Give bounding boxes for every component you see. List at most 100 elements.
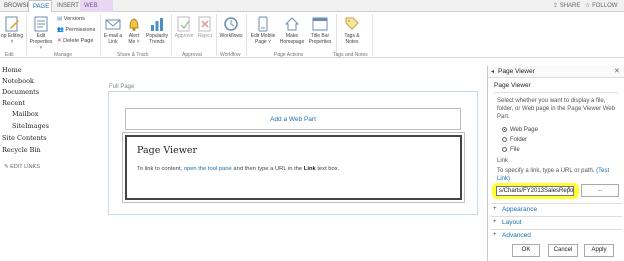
- nav-item-siteimages[interactable]: SiteImages: [12, 122, 49, 130]
- reject-button[interactable]: Reject: [195, 16, 215, 39]
- star-icon: ☆: [585, 3, 591, 9]
- follow-label: FOLLOW: [592, 3, 618, 9]
- email-icon: [105, 19, 121, 30]
- tags-notes-label-2: Notes: [345, 39, 359, 45]
- page-viewer-web-part[interactable]: Page Viewer To link to content, open the…: [125, 135, 462, 200]
- collapse-arrow-icon[interactable]: ◂: [491, 68, 494, 75]
- nav-item-recycle-bin[interactable]: Recycle Bin: [2, 146, 41, 154]
- radio-label: Folder: [510, 137, 528, 143]
- home-icon: [284, 17, 300, 31]
- radio-web-page[interactable]: Web Page: [502, 127, 538, 133]
- apply-button[interactable]: Apply: [584, 244, 614, 257]
- group-label-manage: Manage: [54, 52, 73, 58]
- alert-me-button[interactable]: Alert Me ˅: [124, 16, 144, 45]
- approve-label: Approve: [174, 33, 194, 39]
- permissions-button[interactable]: 👥 Permissions: [57, 27, 95, 34]
- link-label: Link: [497, 158, 509, 164]
- permissions-icon: 👥: [57, 27, 64, 33]
- edit-mobile-label-2: Page ˅: [255, 39, 271, 45]
- section-title: Page Viewer: [494, 82, 531, 89]
- section-advanced-label: Advanced: [502, 232, 531, 239]
- ribbon-divider: [216, 14, 217, 56]
- zone-label: Full Page: [109, 84, 135, 90]
- radio-file[interactable]: File: [502, 147, 520, 153]
- pencil-icon: ✎: [4, 164, 9, 170]
- open-tool-pane-link[interactable]: open the tool pane: [184, 166, 232, 172]
- title-bar-icon: [312, 17, 328, 31]
- nav-item-documents[interactable]: Documents: [2, 88, 39, 96]
- divider: [494, 92, 618, 93]
- link-url-input[interactable]: s/Charts/FY2013SalesRepo: [496, 186, 574, 196]
- versions-button[interactable]: ▤ Versions: [57, 16, 85, 23]
- ribbon-divider: [26, 14, 27, 56]
- ribbon-divider: [246, 14, 247, 56]
- ribbon-tab-bar: BROWSE PAGE INSERT WEB PART ⇪ SHARE ☆ FO…: [0, 0, 624, 21]
- approve-icon: [177, 16, 190, 32]
- share-label: SHARE: [559, 3, 581, 9]
- expand-icon: +: [493, 219, 497, 225]
- dropdown-glyph: ˅: [10, 39, 14, 45]
- title-bar-label-2: Properties: [308, 39, 332, 45]
- ribbon: op Editing ˅ Edit Edit Properties ˅ ▤ Ve…: [0, 12, 624, 58]
- nav-item-notebook[interactable]: Notebook: [2, 77, 34, 85]
- permissions-label: Permissions: [65, 27, 96, 33]
- nav-item-recent[interactable]: Recent: [2, 99, 25, 107]
- expand-icon: +: [493, 232, 497, 238]
- email-link-button[interactable]: E-mail a Link: [102, 16, 124, 45]
- edit-properties-button[interactable]: Edit Properties ˅: [28, 16, 54, 51]
- reject-label: Reject: [197, 33, 213, 39]
- edit-properties-label-2: Properties ˅: [29, 39, 53, 51]
- approve-button[interactable]: Approve: [173, 16, 195, 39]
- follow-button[interactable]: ☆ FOLLOW: [585, 1, 617, 11]
- nav-item-home[interactable]: Home: [2, 66, 22, 74]
- tab-browse[interactable]: BROWSE: [0, 0, 31, 12]
- tag-icon: [345, 17, 359, 30]
- section-appearance-label: Appearance: [502, 206, 538, 213]
- radio-icon: [502, 137, 507, 142]
- title-bar-properties-button[interactable]: Title Bar Properties: [306, 16, 334, 45]
- nav-item-mailbox[interactable]: Mailbox: [12, 110, 38, 118]
- radio-folder[interactable]: Folder: [502, 137, 527, 143]
- workflow-icon: [224, 17, 238, 31]
- delete-icon: ✕: [57, 38, 62, 44]
- nav-item-site-contents[interactable]: Site Contents: [2, 134, 47, 142]
- link-help: To specify a link, type a URL or path. (…: [497, 167, 621, 183]
- ok-button[interactable]: OK: [512, 244, 540, 257]
- message-text-1: To link to content,: [137, 166, 183, 172]
- tags-notes-button[interactable]: Tags & Notes: [338, 16, 366, 45]
- section-description: Select whether you want to display a fil…: [497, 98, 616, 120]
- web-part-message: To link to content, open the tool pane a…: [137, 166, 339, 172]
- tab-insert[interactable]: INSERT: [53, 0, 79, 12]
- clear-input-icon[interactable]: ×: [567, 186, 571, 192]
- section-layout[interactable]: + Layout: [491, 216, 622, 228]
- edit-mobile-page-button[interactable]: Edit Mobile Page ˅: [248, 16, 278, 45]
- popularity-trends-button[interactable]: Popularity Trends: [144, 16, 170, 45]
- delete-page-button[interactable]: ✕ Delete Page: [57, 38, 93, 45]
- chart-icon: [151, 18, 163, 31]
- radio-label: Web Page: [510, 127, 538, 133]
- message-text-2: and then type a URL in the: [233, 166, 303, 172]
- browse-button[interactable]: ...: [581, 184, 619, 197]
- make-homepage-button[interactable]: Make Homepage: [278, 16, 306, 45]
- radio-icon: [502, 147, 507, 152]
- radio-label: File: [510, 147, 520, 153]
- cancel-button[interactable]: Cancel: [548, 244, 578, 257]
- mobile-icon: [258, 16, 268, 32]
- message-text-bold: Link: [303, 166, 316, 172]
- popularity-label-2: Trends: [149, 39, 165, 45]
- close-icon[interactable]: ✕: [614, 67, 620, 75]
- edit-links-button[interactable]: ✎ EDIT LINKS: [4, 164, 40, 170]
- message-text-3: text box.: [317, 166, 340, 172]
- stop-editing-button[interactable]: op Editing ˅: [0, 16, 24, 45]
- tab-web-part[interactable]: WEB PART: [80, 0, 113, 21]
- workflows-button[interactable]: Workflows: [218, 16, 244, 39]
- section-appearance[interactable]: + Appearance: [491, 203, 622, 215]
- share-button[interactable]: ⇪ SHARE: [553, 1, 580, 11]
- expand-icon: +: [493, 206, 497, 212]
- alert-bell-icon: [129, 18, 139, 31]
- add-web-part-button[interactable]: Add a Web Part: [125, 108, 461, 130]
- ribbon-divider: [100, 14, 101, 56]
- group-label-approval: Approval: [182, 52, 202, 58]
- section-advanced[interactable]: + Advanced: [491, 229, 622, 241]
- reject-icon: [198, 16, 211, 32]
